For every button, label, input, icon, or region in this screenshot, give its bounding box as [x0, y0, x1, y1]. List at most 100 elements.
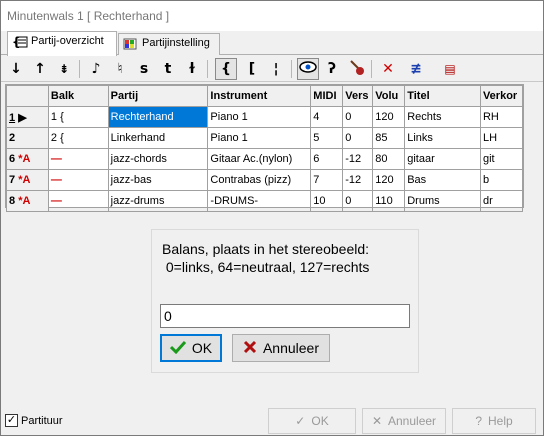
tab-partij-overzicht[interactable]: { Partij-overzicht — [7, 31, 117, 56]
partij-cell[interactable]: jazz-bas — [107, 169, 209, 191]
flag-button[interactable]: ♮ — [109, 58, 131, 80]
eye-button[interactable] — [297, 58, 319, 80]
t-button[interactable]: t — [157, 58, 179, 80]
column-header[interactable]: Vers — [342, 85, 374, 107]
s-button[interactable]: s — [133, 58, 155, 80]
titel-cell[interactable]: gitaar — [404, 148, 481, 170]
footer-ok-button[interactable]: ✓ OK — [268, 408, 356, 434]
balk-cell[interactable]: — — [47, 148, 109, 170]
partij-cell[interactable]: jazz-drums — [107, 190, 209, 212]
strike-button[interactable]: ≢ — [405, 58, 427, 80]
partituur-checkbox[interactable]: ✓ Partituur — [5, 414, 63, 427]
partij-cell[interactable]: Rechterhand — [107, 106, 209, 128]
vers-cell[interactable]: -12 — [342, 169, 374, 191]
instrument-cell[interactable]: -DRUMS- — [207, 190, 312, 212]
balk-cell[interactable]: 2 { — [47, 127, 109, 149]
vers-cell[interactable]: 0 — [342, 190, 374, 212]
row-header[interactable]: 1 ▶ — [6, 106, 49, 128]
arrow-up-icon: ↑ — [34, 61, 46, 77]
titel-cell[interactable]: Rechts — [404, 106, 481, 128]
footer-cancel-button[interactable]: ✕ Annuleer — [362, 408, 446, 434]
barline-icon: ¦ — [273, 61, 279, 77]
vers-cell[interactable]: -12 — [342, 148, 374, 170]
dialog-ok-button[interactable]: OK — [160, 334, 222, 362]
ear-button[interactable]: ʔ — [321, 58, 343, 80]
table-row[interactable]: 7 *A — jazz-bas Contrabas (pizz) 7 -12 1… — [6, 169, 524, 191]
dots-button[interactable]: ▤ — [439, 58, 461, 80]
vers-cell[interactable]: 0 — [342, 127, 374, 149]
partij-cell[interactable]: Linkerhand — [107, 127, 209, 149]
table-row[interactable]: 8 *A — jazz-drums -DRUMS- 10 0 110 Drums… — [6, 190, 524, 212]
balk-cell[interactable]: — — [47, 190, 109, 212]
table-row[interactable]: 2 2 { Linkerhand Piano 1 5 0 85 Links LH — [6, 127, 524, 149]
row-header[interactable]: 8 *A — [6, 190, 49, 212]
column-header[interactable]: Partij — [107, 85, 209, 107]
main-window: Minutenwals 1 [ Rechterhand ] { Partij-o… — [0, 0, 544, 436]
balance-input[interactable] — [160, 304, 410, 328]
close-icon — [243, 340, 257, 357]
row-header[interactable]: 2 — [6, 127, 49, 149]
table-row[interactable]: 1 ▶ 1 { Rechterhand Piano 1 4 0 120 Rech… — [6, 106, 524, 128]
titel-cell[interactable]: Links — [404, 127, 481, 149]
brace-button[interactable]: { — [215, 58, 237, 80]
checkbox-box[interactable]: ✓ — [5, 414, 18, 427]
barline-button[interactable]: ¦ — [265, 58, 287, 80]
row-number: 2 — [9, 132, 16, 144]
button-label: OK — [311, 414, 329, 428]
midi-cell[interactable]: 4 — [310, 106, 344, 128]
verkort-cell[interactable]: b — [479, 169, 524, 191]
instrument-cell[interactable]: Piano 1 — [207, 106, 312, 128]
column-header[interactable]: Instrument — [207, 85, 312, 107]
dialog-cancel-button[interactable]: Annuleer — [232, 334, 330, 362]
balance-dialog: Balans, plaats in het stereobeeld: 0=lin… — [151, 229, 419, 373]
titel-cell[interactable]: Bas — [404, 169, 481, 191]
midi-cell[interactable]: 10 — [310, 190, 344, 212]
column-header[interactable]: MIDI — [310, 85, 344, 107]
midi-cell[interactable]: 7 — [310, 169, 344, 191]
checkbox-label: Partituur — [21, 414, 63, 427]
footer-help-button[interactable]: ? Help — [452, 408, 536, 434]
bracket-button[interactable]: [ — [241, 58, 263, 80]
column-header[interactable]: Verkor — [479, 85, 524, 107]
verkort-cell[interactable]: git — [479, 148, 524, 170]
verkort-cell[interactable]: LH — [479, 127, 524, 149]
volume-cell[interactable]: 80 — [372, 148, 406, 170]
verkort-cell[interactable]: RH — [479, 106, 524, 128]
vers-cell[interactable]: 0 — [342, 106, 374, 128]
table-row[interactable]: 6 *A — jazz-chords Gitaar Ac.(nylon) 6 -… — [6, 148, 524, 170]
instrument-cell[interactable]: Piano 1 — [207, 127, 312, 149]
midi-cell[interactable]: 5 — [310, 127, 344, 149]
palette-icon — [123, 37, 139, 51]
volume-cell[interactable]: 120 — [372, 169, 406, 191]
volume-cell[interactable]: 110 — [372, 190, 406, 212]
help-icon: ? — [475, 414, 482, 428]
instrument-cell[interactable]: Contrabas (pizz) — [207, 169, 312, 191]
instrument-cell[interactable]: Gitaar Ac.(nylon) — [207, 148, 312, 170]
tab-label: Partij-overzicht — [31, 35, 104, 47]
column-header[interactable]: Volu — [372, 85, 406, 107]
volume-cell[interactable]: 85 — [372, 127, 406, 149]
row-header[interactable]: 7 *A — [6, 169, 49, 191]
insert-staff-button[interactable]: ⇟ — [53, 58, 75, 80]
move-down-button[interactable]: ↓ — [5, 58, 27, 80]
guitar-button[interactable] — [345, 58, 367, 80]
k-button[interactable]: ɫ — [181, 58, 203, 80]
column-header[interactable] — [6, 85, 49, 107]
note-icon: ♪ — [91, 61, 101, 77]
column-header[interactable]: Balk — [47, 85, 109, 107]
partij-cell[interactable]: jazz-chords — [107, 148, 209, 170]
note-button[interactable]: ♪ — [85, 58, 107, 80]
volume-cell[interactable]: 120 — [372, 106, 406, 128]
move-up-button[interactable]: ↑ — [29, 58, 51, 80]
auto-marker: *A — [18, 195, 31, 207]
midi-cell[interactable]: 6 — [310, 148, 344, 170]
tab-partijinstelling[interactable]: Partijinstelling — [118, 33, 220, 55]
dialog-message-line: 0=links, 64=neutraal, 127=rechts — [162, 259, 370, 275]
column-header[interactable]: Titel — [404, 85, 481, 107]
delete-button[interactable]: ✕ — [377, 58, 399, 80]
balk-cell[interactable]: 1 { — [47, 106, 109, 128]
titel-cell[interactable]: Drums — [404, 190, 481, 212]
row-header[interactable]: 6 *A — [6, 148, 49, 170]
balk-cell[interactable]: — — [47, 169, 109, 191]
verkort-cell[interactable]: dr — [479, 190, 524, 212]
